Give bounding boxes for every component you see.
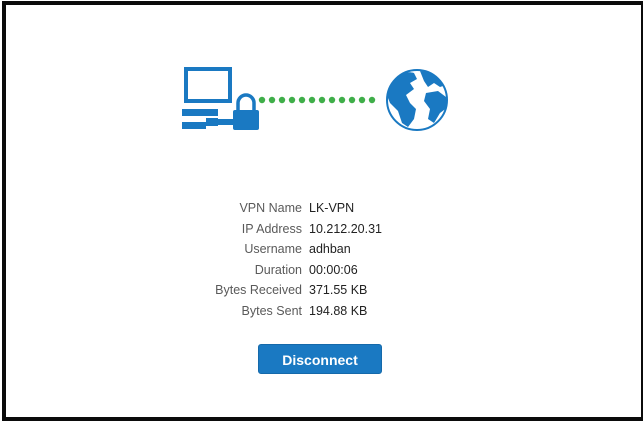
- detail-value: 371.55 KB: [309, 283, 368, 297]
- detail-value: 10.212.20.31: [309, 221, 382, 236]
- vpn-status-panel: VPN Name LK-VPN IP Address 10.212.20.31 …: [2, 1, 643, 421]
- disconnect-button[interactable]: Disconnect: [258, 344, 382, 374]
- detail-label: Bytes Sent: [241, 303, 302, 318]
- detail-value: 00:00:06: [309, 262, 358, 277]
- globe-icon: [386, 69, 448, 131]
- detail-label: Duration: [254, 262, 302, 277]
- detail-label: Bytes Received: [215, 283, 302, 297]
- connection-details: VPN Name LK-VPN IP Address 10.212.20.31 …: [156, 198, 496, 321]
- detail-label: Username: [244, 242, 302, 256]
- detail-row-vpn-name: VPN Name LK-VPN: [156, 198, 496, 219]
- detail-row-username: Username adhban: [156, 239, 496, 260]
- connection-dots: [258, 96, 376, 104]
- connection-illustration: [182, 67, 462, 135]
- detail-row-bytes-sent: Bytes Sent 194.88 KB: [156, 301, 496, 322]
- detail-value: 194.88 KB: [309, 303, 368, 318]
- detail-row-bytes-received: Bytes Received 371.55 KB: [156, 280, 496, 301]
- detail-value: adhban: [309, 242, 351, 256]
- detail-label: VPN Name: [239, 201, 302, 215]
- detail-label: IP Address: [241, 221, 302, 236]
- computer-lock-icon: [182, 67, 259, 130]
- detail-row-duration: Duration 00:00:06: [156, 260, 496, 281]
- detail-row-ip-address: IP Address 10.212.20.31: [156, 219, 496, 240]
- detail-value: LK-VPN: [309, 201, 355, 215]
